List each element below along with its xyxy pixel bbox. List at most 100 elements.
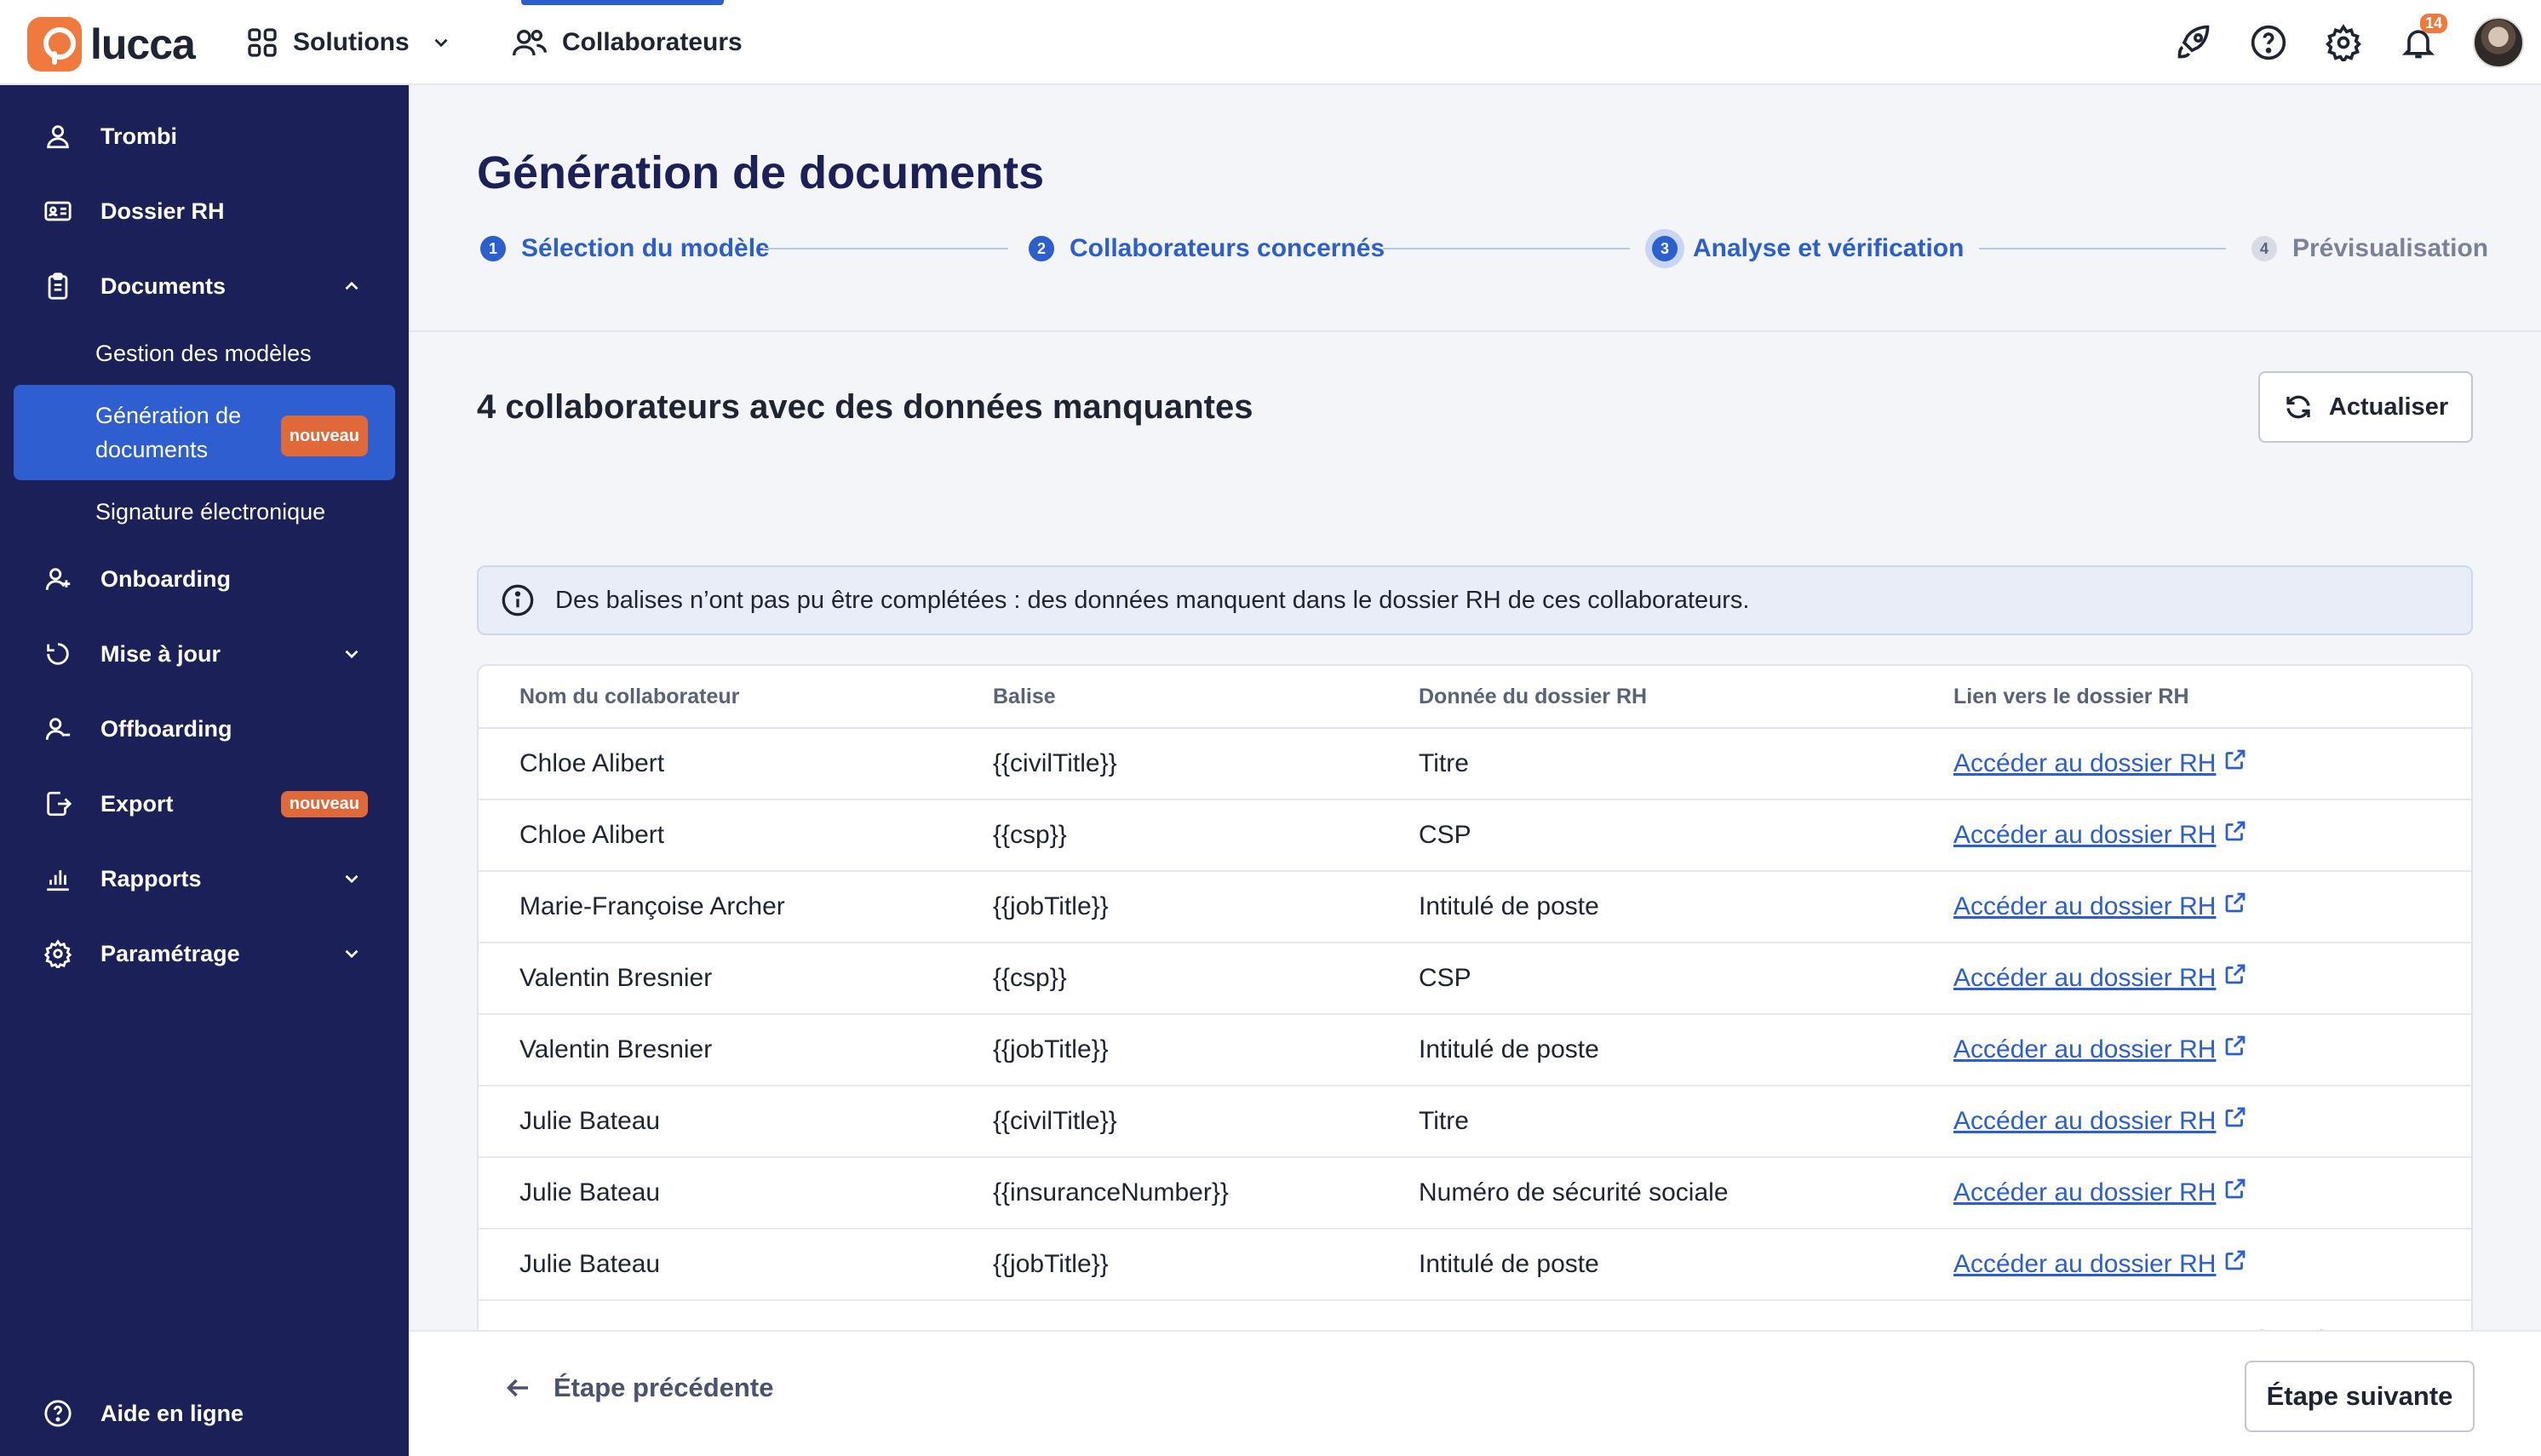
table-row: Julie Bateau {{civilTitle}} Titre Accéder a…: [479, 1086, 2471, 1158]
sidebar-item-onboarding[interactable]: Onboarding: [14, 549, 395, 609]
chart-icon: [41, 862, 75, 896]
lucca-logo-icon: [27, 17, 82, 72]
dossier-rh-link[interactable]: Accéder au dossier RH: [1953, 964, 2248, 993]
sidebar-item-export[interactable]: Export nouveau: [14, 774, 395, 834]
settings-icon[interactable]: [2323, 22, 2364, 63]
collaborateurs-menu[interactable]: Collaborateurs: [511, 0, 743, 85]
cell-tag: {{csp}}: [993, 821, 1067, 849]
external-link-icon: [2226, 892, 2246, 913]
table-row: Valentin Bresnier {{csp}} CSP Accéder au do…: [479, 943, 2471, 1015]
cell-name: Julie Bateau: [519, 1107, 661, 1135]
new-badge: nouveau: [280, 416, 368, 456]
user-icon: [41, 119, 75, 153]
rocket-icon[interactable]: [2173, 22, 2214, 63]
next-step-button[interactable]: Étape suivante: [2245, 1361, 2475, 1432]
cell-link: Accéder au dossier RH: [1953, 1230, 2248, 1299]
cell-link: Accéder au dossier RH: [1953, 1015, 2248, 1085]
cell-name: Marie-Françoise Archer: [519, 892, 785, 920]
dossier-rh-link[interactable]: Accéder au dossier RH: [1953, 1250, 2248, 1279]
solutions-menu[interactable]: Solutions: [245, 0, 466, 85]
external-link-icon: [2226, 749, 2246, 770]
wizard-footer: Étape précédente Étape suivante: [409, 1330, 2541, 1456]
external-link-icon: [2226, 964, 2246, 984]
users-icon: [513, 30, 547, 56]
sidebar-subitem-gestion-modeles[interactable]: Gestion des modèles: [14, 324, 395, 383]
column-header-tag: Balise: [993, 684, 1056, 708]
help-icon[interactable]: [2248, 22, 2289, 63]
sidebar-item-label: Documents: [100, 272, 227, 299]
sidebar-item-aide-en-ligne[interactable]: Aide en ligne: [14, 1384, 395, 1443]
step-1[interactable]: 1 Sélection du modèle: [480, 223, 770, 274]
dossier-rh-link[interactable]: Accéder au dossier RH: [1953, 821, 2248, 850]
previous-step-button[interactable]: Étape précédente: [502, 1373, 773, 1403]
step-4[interactable]: 4 Prévisualisation: [2251, 223, 2488, 274]
new-badge: nouveau: [280, 791, 368, 817]
cell-name: Chloe Alibert: [519, 821, 665, 849]
page-header: Génération de documents 1 Sélection du m…: [409, 85, 2541, 332]
column-header-name: Nom du collaborateur: [519, 684, 740, 708]
chevron-down-icon: [434, 38, 448, 48]
refresh-button[interactable]: Actualiser: [2258, 371, 2473, 443]
sidebar-item-trombi[interactable]: Trombi: [14, 106, 395, 166]
notifications-icon[interactable]: 14: [2398, 14, 2448, 63]
sidebar-item-label: Aide en ligne: [100, 1400, 244, 1426]
sidebar-item-label: Export: [100, 790, 174, 817]
link-label: Accéder au dossier RH: [1953, 1035, 2217, 1063]
table-row: Chloe Alibert {{csp}} CSP Accéder au dossie…: [479, 800, 2471, 872]
info-text: Des balises n’ont pas pu être complétées…: [555, 586, 1750, 614]
sidebar-subitem-signature[interactable]: Signature électronique: [14, 482, 395, 542]
link-label: Accéder au dossier RH: [1953, 1178, 2217, 1207]
avatar[interactable]: [2473, 17, 2524, 68]
cell-tag: {{jobTitle}}: [993, 1035, 1109, 1063]
user-plus-icon: [41, 562, 75, 596]
sidebar-item-label: Paramétrage: [100, 940, 240, 966]
table-row: Marie-Françoise Archer {{jobTitle}} Intitu…: [479, 872, 2471, 943]
cell-link: Accéder au dossier RH: [1953, 800, 2248, 870]
refresh-icon: [2286, 395, 2310, 419]
cell-field: CSP: [1419, 821, 1471, 849]
step-number: 2: [1029, 236, 1054, 261]
link-label: Accéder au dossier RH: [1953, 964, 2217, 992]
cell-field: Titre: [1419, 749, 1469, 777]
cell-name: Chloe Alibert: [519, 749, 665, 777]
step-3[interactable]: 3 Analyse et vérification: [1652, 223, 1964, 274]
step-connector: [1979, 248, 2226, 249]
table-header: Nom du collaborateur Balise Donnée du do…: [479, 666, 2471, 729]
dossier-rh-link[interactable]: Accéder au dossier RH: [1953, 892, 2248, 921]
cell-link: Accéder au dossier RH: [1953, 872, 2248, 942]
cell-link: Accéder au dossier RH: [1953, 729, 2248, 799]
cell-tag: {{jobTitle}}: [993, 1250, 1109, 1278]
user-minus-icon: [41, 712, 75, 746]
chevron-down-icon: [345, 874, 358, 884]
link-label: Accéder au dossier RH: [1953, 749, 2217, 777]
refresh-label: Actualiser: [2328, 393, 2449, 421]
sidebar-item-documents[interactable]: Documents: [14, 256, 395, 316]
step-connector: [1383, 248, 1630, 249]
sidebar-item-offboarding[interactable]: Offboarding: [14, 699, 395, 759]
step-number: 4: [2251, 236, 2277, 261]
next-step-label: Étape suivante: [2266, 1381, 2453, 1411]
dossier-rh-link[interactable]: Accéder au dossier RH: [1953, 1107, 2248, 1136]
dossier-rh-link[interactable]: Accéder au dossier RH: [1953, 749, 2248, 778]
cell-link: Accéder au dossier RH: [1953, 1086, 2248, 1156]
link-label: Accéder au dossier RH: [1953, 821, 2217, 849]
sidebar-item-rapports[interactable]: Rapports: [14, 849, 395, 909]
step-2[interactable]: 2 Collaborateurs concernés: [1029, 223, 1385, 274]
step-number: 3: [1652, 236, 1678, 261]
cell-name: Julie Bateau: [519, 1178, 661, 1207]
external-link-icon: [2226, 1178, 2246, 1199]
dossier-rh-link[interactable]: Accéder au dossier RH: [1953, 1178, 2248, 1207]
column-header-field: Donnée du dossier RH: [1419, 684, 1648, 708]
cell-field: Intitulé de poste: [1419, 892, 1599, 920]
sidebar-item-dossier-rh[interactable]: Dossier RH: [14, 181, 395, 241]
sidebar-item-mise-a-jour[interactable]: Mise à jour: [14, 624, 395, 684]
sidebar-item-label: Trombi: [100, 123, 178, 149]
section-title: 4 collaborateurs avec des données manqua…: [477, 388, 1253, 426]
step-label: Prévisualisation: [2292, 234, 2489, 262]
sidebar-item-parametrage[interactable]: Paramétrage: [14, 924, 395, 983]
sidebar-subitem-generation-documents[interactable]: Génération de documents nouveau: [14, 385, 395, 480]
dossier-rh-link[interactable]: Accéder au dossier RH: [1953, 1035, 2248, 1064]
step-label: Collaborateurs concernés: [1070, 234, 1385, 262]
lucca-logo[interactable]: lucca: [27, 17, 196, 72]
external-link-icon: [2226, 1035, 2246, 1056]
